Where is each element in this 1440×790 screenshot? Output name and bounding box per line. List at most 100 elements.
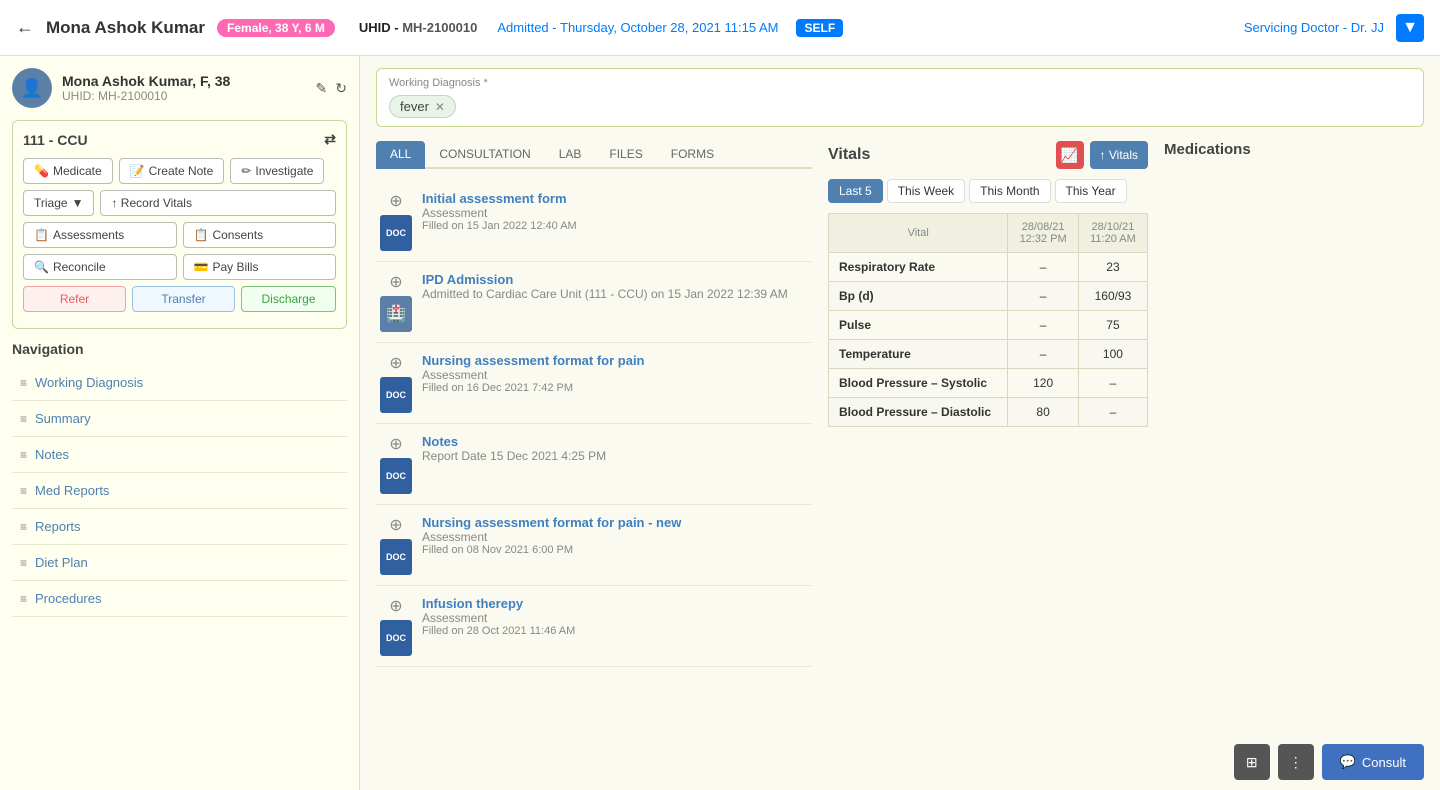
more-button[interactable]: ⋮	[1278, 744, 1314, 780]
vitals-tab-last5[interactable]: Last 5	[828, 179, 883, 203]
wd-label: Working Diagnosis *	[389, 77, 1411, 89]
list-item: ⊕ DOC Initial assessment form Assessment…	[376, 181, 812, 262]
doc-add-icon[interactable]: ⊕	[389, 434, 402, 454]
doc-title[interactable]: Notes	[422, 434, 808, 449]
vitals-tab-week[interactable]: This Week	[887, 179, 965, 203]
doc-add-icon[interactable]: ⊕	[389, 353, 402, 373]
vitals-header: Vitals 📈 ↑ Vitals	[828, 141, 1148, 169]
vitals-panel: Vitals 📈 ↑ Vitals Last 5 This Week This …	[828, 141, 1148, 667]
gender-badge: Female, 38 Y, 6 M	[217, 19, 335, 37]
sidebar-item-summary[interactable]: ≡ Summary	[12, 401, 347, 437]
discharge-button[interactable]: Discharge	[241, 286, 336, 312]
patient-card-icons: ✎ ↻	[316, 80, 347, 97]
doc-title[interactable]: Nursing assessment format for pain - new	[422, 515, 808, 530]
wd-tag-text: fever	[400, 99, 429, 114]
refresh-icon[interactable]: ↻	[335, 80, 347, 97]
tab-files[interactable]: FILES	[595, 141, 656, 169]
tab-forms[interactable]: FORMS	[657, 141, 728, 169]
vitals-add-button[interactable]: ↑ Vitals	[1090, 141, 1148, 169]
list-item: ⊕ DOC Infusion therepy Assessment Filled…	[376, 586, 812, 667]
doc-content: Notes Report Date 15 Dec 2021 4:25 PM	[422, 434, 808, 463]
vital-col1: –	[1008, 282, 1079, 311]
pay-bills-button[interactable]: 💳 Pay Bills	[183, 254, 337, 280]
sidebar-item-working-diagnosis[interactable]: ≡ Working Diagnosis	[12, 365, 347, 401]
vital-label: Blood Pressure – Diastolic	[829, 398, 1008, 427]
vital-col2: –	[1078, 398, 1147, 427]
patient-card: 👤 Mona Ashok Kumar, F, 38 UHID: MH-21000…	[12, 68, 347, 108]
tab-bar: ALL CONSULTATION LAB FILES FORMS	[376, 141, 812, 169]
medications-panel: Medications	[1164, 141, 1424, 667]
transfer-button[interactable]: Transfer	[132, 286, 235, 312]
vitals-table: Vital 28/08/2112:32 PM 28/10/2111:20 AM …	[828, 213, 1148, 427]
doc-icon-area: ⊕ DOC	[380, 515, 412, 575]
reconcile-button[interactable]: 🔍 Reconcile	[23, 254, 177, 280]
table-row: Bp (d) – 160/93	[829, 282, 1148, 311]
doc-title[interactable]: IPD Admission	[422, 272, 808, 287]
doc-add-icon[interactable]: ⊕	[389, 272, 402, 292]
wd-tag-close[interactable]: ✕	[435, 100, 445, 114]
tab-lab[interactable]: LAB	[545, 141, 596, 169]
self-badge: SELF	[796, 19, 843, 37]
edit-icon[interactable]: ✎	[316, 80, 328, 97]
content-area: Working Diagnosis * fever ✕ ALL CONSULTA…	[360, 56, 1440, 790]
doc-type: Report Date 15 Dec 2021 4:25 PM	[422, 449, 808, 463]
header-menu-button[interactable]: ▼	[1396, 14, 1424, 42]
doc-title[interactable]: Infusion therepy	[422, 596, 808, 611]
refer-button[interactable]: Refer	[23, 286, 126, 312]
sidebar-item-notes[interactable]: ≡ Notes	[12, 437, 347, 473]
sidebar-item-reports[interactable]: ≡ Reports	[12, 509, 347, 545]
doc-date: Filled on 28 Oct 2021 11:46 AM	[422, 625, 808, 637]
ward-box: 111 - CCU ⇄ 💊 Medicate 📝 Create Note ✏ I…	[12, 120, 347, 329]
doc-add-icon[interactable]: ⊕	[389, 596, 402, 616]
triage-button[interactable]: Triage ▼	[23, 190, 94, 216]
assessments-button[interactable]: 📋 Assessments	[23, 222, 177, 248]
create-note-button[interactable]: 📝 Create Note	[119, 158, 225, 184]
nav-icon-notes: ≡	[20, 448, 27, 462]
wd-tag: fever ✕	[389, 95, 456, 118]
table-row: Respiratory Rate – 23	[829, 253, 1148, 282]
ward-transfer-icon[interactable]: ⇄	[324, 131, 336, 148]
doc-title[interactable]: Nursing assessment format for pain	[422, 353, 808, 368]
vital-col1: –	[1008, 311, 1079, 340]
doc-type: Admitted to Cardiac Care Unit (111 - CCU…	[422, 287, 808, 301]
grid-button[interactable]: ⊞	[1234, 744, 1270, 780]
doc-add-icon[interactable]: ⊕	[389, 515, 402, 535]
table-row: Blood Pressure – Systolic 120 –	[829, 369, 1148, 398]
nav-icon-reports: ≡	[20, 520, 27, 534]
sidebar-item-med-reports[interactable]: ≡ Med Reports	[12, 473, 347, 509]
vitals-trend-button[interactable]: 📈	[1056, 141, 1084, 169]
sidebar-item-diet-plan[interactable]: ≡ Diet Plan	[12, 545, 347, 581]
doc-title[interactable]: Initial assessment form	[422, 191, 808, 206]
avatar: 👤	[12, 68, 52, 108]
main-layout: 👤 Mona Ashok Kumar, F, 38 UHID: MH-21000…	[0, 56, 1440, 790]
record-vitals-button[interactable]: ↑ Record Vitals	[100, 190, 336, 216]
back-button[interactable]: ←	[16, 17, 34, 38]
nav-label-med-reports: Med Reports	[35, 483, 109, 498]
vital-label: Bp (d)	[829, 282, 1008, 311]
doc-file-icon: DOC	[380, 458, 412, 494]
list-item: ⊕ DOC Nursing assessment format for pain…	[376, 505, 812, 586]
header: ← Mona Ashok Kumar Female, 38 Y, 6 M UHI…	[0, 0, 1440, 56]
ward-buttons-row-1: 💊 Medicate 📝 Create Note ✏ Investigate	[23, 158, 336, 184]
nav-icon-procedures: ≡	[20, 592, 27, 606]
nav-label-notes: Notes	[35, 447, 69, 462]
vitals-tab-month[interactable]: This Month	[969, 179, 1050, 203]
vitals-tab-year[interactable]: This Year	[1055, 179, 1127, 203]
nav-icon-med-reports: ≡	[20, 484, 27, 498]
ward-buttons-row-2: Triage ▼ ↑ Record Vitals	[23, 190, 336, 216]
investigate-button[interactable]: ✏ Investigate	[230, 158, 324, 184]
tab-all[interactable]: ALL	[376, 141, 425, 169]
working-diagnosis-box: Working Diagnosis * fever ✕	[376, 68, 1424, 127]
nav-icon-diet-plan: ≡	[20, 556, 27, 570]
ward-header: 111 - CCU ⇄	[23, 131, 336, 148]
medicate-button[interactable]: 💊 Medicate	[23, 158, 113, 184]
tab-consultation[interactable]: CONSULTATION	[425, 141, 544, 169]
vital-label: Pulse	[829, 311, 1008, 340]
sidebar-item-procedures[interactable]: ≡ Procedures	[12, 581, 347, 617]
doc-add-icon[interactable]: ⊕	[389, 191, 402, 211]
consents-button[interactable]: 📋 Consents	[183, 222, 337, 248]
patient-info: Mona Ashok Kumar, F, 38 UHID: MH-2100010	[62, 73, 230, 103]
doc-content: Infusion therepy Assessment Filled on 28…	[422, 596, 808, 637]
consult-button[interactable]: 💬 Consult	[1322, 744, 1424, 780]
table-row: Pulse – 75	[829, 311, 1148, 340]
